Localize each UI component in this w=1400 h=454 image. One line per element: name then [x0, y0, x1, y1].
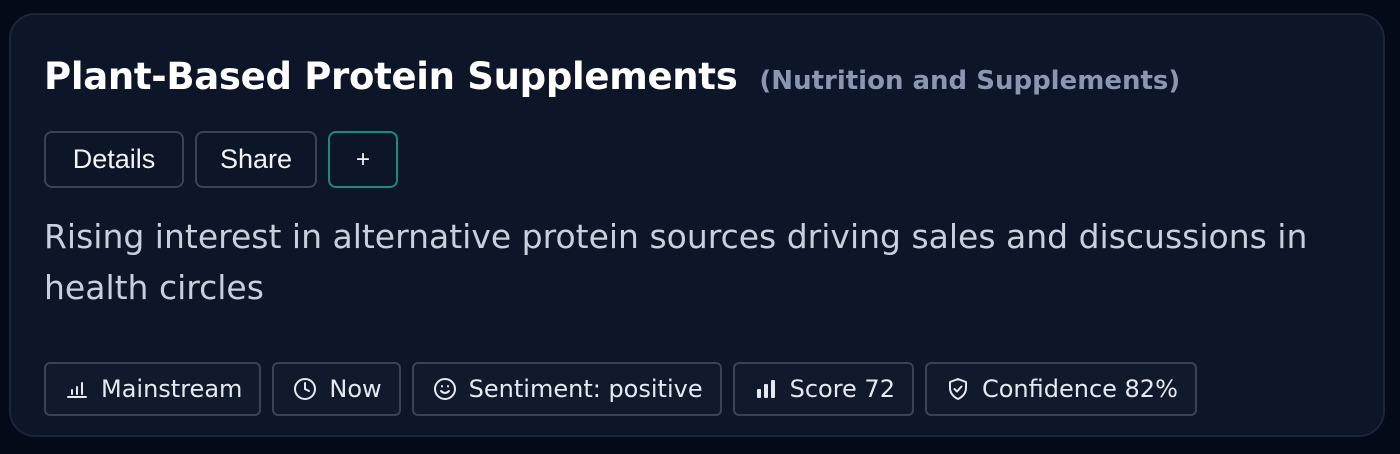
details-button[interactable]: Details — [44, 131, 184, 188]
smile-icon — [433, 377, 457, 401]
tag-label: Sentiment: positive — [468, 375, 703, 403]
bar-chart-filled-icon — [754, 377, 778, 401]
trend-card: Plant-Based Protein Supplements (Nutriti… — [9, 13, 1385, 437]
share-button[interactable]: Share — [195, 131, 317, 188]
tag-sentiment: Sentiment: positive — [411, 362, 722, 416]
action-buttons: Details Share + — [44, 131, 409, 188]
trend-title: Plant-Based Protein Supplements — [44, 55, 738, 98]
tag-timing: Now — [272, 362, 401, 416]
shield-check-icon — [946, 377, 970, 401]
bar-chart-outline-icon — [65, 377, 89, 401]
tag-stage: Mainstream — [44, 362, 262, 416]
tag-confidence: Confidence 82% — [924, 362, 1197, 416]
trend-category: (Nutrition and Supplements) — [759, 66, 1181, 96]
tag-label: Confidence 82% — [981, 375, 1178, 403]
tag-label: Score 72 — [789, 375, 895, 403]
tag-list: Mainstream Now Sentiment: positive Score… — [44, 362, 1208, 416]
title-row: Plant-Based Protein Supplements (Nutriti… — [44, 55, 1180, 98]
trend-description: Rising interest in alternative protein s… — [44, 217, 1308, 307]
tag-label: Mainstream — [101, 375, 243, 403]
add-button[interactable]: + — [328, 131, 398, 188]
clock-icon — [293, 377, 317, 401]
tag-label: Now — [329, 375, 382, 403]
tag-score: Score 72 — [732, 362, 914, 416]
